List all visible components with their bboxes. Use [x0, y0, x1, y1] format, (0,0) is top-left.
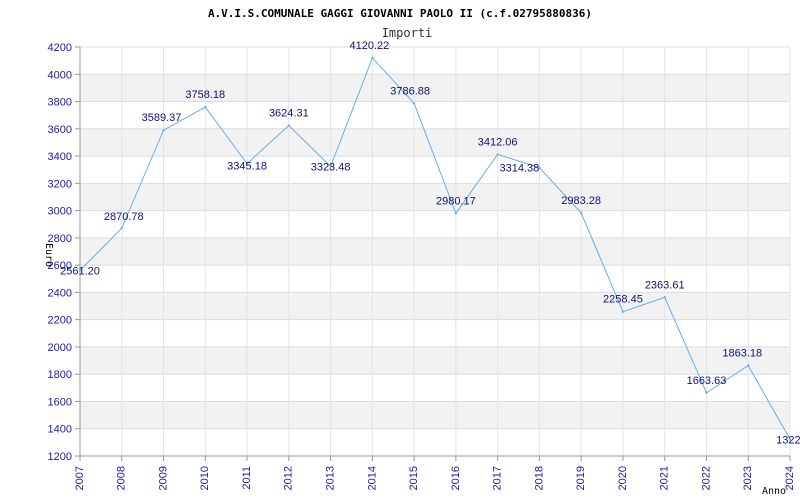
data-label: 3345.18	[227, 161, 267, 173]
x-tick-label: 2009	[157, 466, 169, 490]
data-label: 2980.17	[436, 195, 476, 207]
data-label: 3323.48	[311, 161, 351, 173]
y-axis-label: Euro	[43, 243, 54, 267]
x-tick-label: 2019	[575, 466, 587, 490]
data-label: 1863.18	[722, 348, 762, 360]
y-tick-label: 4200	[48, 42, 72, 54]
data-label: 1322.30	[776, 434, 800, 446]
y-tick-label: 3600	[48, 124, 72, 136]
data-point	[579, 211, 583, 215]
x-axis-label: Anno	[762, 486, 786, 497]
data-point	[747, 364, 750, 367]
grid-bands	[80, 74, 790, 429]
y-tick-label: 3000	[48, 206, 72, 218]
data-point	[454, 212, 458, 215]
x-tick-label: 2017	[492, 466, 504, 490]
grid-band	[80, 292, 790, 320]
y-tick-label: 3400	[48, 151, 72, 163]
grid-band	[80, 346, 790, 375]
y-tick-label: 2400	[48, 287, 72, 299]
data-label: 3624.31	[269, 107, 309, 119]
y-tick-label: 1200	[48, 451, 72, 463]
x-tick-label: 2020	[617, 466, 629, 490]
y-tick-label: 3200	[48, 178, 72, 190]
x-tick-label: 2013	[324, 466, 336, 490]
x-tick-label: 2021	[659, 466, 671, 490]
x-tick-label: 2010	[199, 466, 211, 490]
data-label: 2870.78	[104, 211, 144, 223]
x-tick-labels: 2007 2008 2009 2010 2011 2012 2013 2014 2015 2016…	[74, 466, 796, 490]
x-tick-label: 2014	[366, 466, 378, 490]
x-tick-label: 2016	[450, 466, 462, 490]
data-label: 3314.38	[500, 163, 540, 175]
x-tick-label: 2023	[742, 466, 754, 490]
data-point	[621, 310, 625, 313]
data-label: 1663.63	[687, 375, 727, 387]
data-label: 3758.18	[185, 89, 225, 101]
chart-title: A.V.I.S.COMUNALE GAGGI GIOVANNI PAOLO II…	[208, 7, 592, 20]
data-point	[663, 296, 666, 299]
y-tick-label: 2200	[48, 315, 72, 327]
line-chart: A.V.I.S.COMUNALE GAGGI GIOVANNI PAOLO II…	[43, 7, 800, 497]
chart-subtitle: Importi	[382, 26, 433, 40]
data-point	[412, 102, 416, 105]
data-point	[287, 124, 291, 127]
data-point	[705, 391, 708, 394]
y-tick-label: 1400	[48, 424, 72, 436]
data-label: 2258.45	[603, 294, 643, 306]
x-tick-label: 2011	[241, 466, 253, 490]
data-label: 2561.20	[60, 265, 100, 277]
data-label: 2983.28	[561, 195, 601, 207]
grid-band	[80, 237, 790, 266]
x-tick-label: 2007	[74, 466, 86, 490]
data-point	[371, 56, 374, 60]
y-tick-label: 2000	[48, 342, 72, 354]
y-tick-label: 1600	[48, 396, 72, 408]
data-label: 4120.22	[349, 40, 389, 52]
y-tick-label: 3800	[48, 97, 72, 109]
x-tick-label: 2022	[700, 466, 712, 490]
x-tick-label: 2015	[408, 466, 420, 490]
x-tick-label: 2008	[116, 466, 128, 490]
data-point	[162, 129, 165, 132]
grid-band	[80, 401, 790, 429]
data-point	[204, 106, 207, 109]
data-label: 3589.37	[142, 112, 182, 124]
data-point	[120, 227, 123, 230]
y-tick-label: 4000	[48, 69, 72, 81]
grid-band	[80, 128, 790, 157]
data-point	[496, 153, 499, 156]
data-label: 2363.61	[645, 279, 685, 291]
x-tick-label: 2012	[283, 466, 295, 490]
data-label: 3786.88	[390, 85, 430, 97]
x-tick-label: 2018	[533, 466, 545, 490]
y-tick-label: 1800	[48, 369, 72, 381]
data-label: 3412.06	[478, 136, 518, 148]
